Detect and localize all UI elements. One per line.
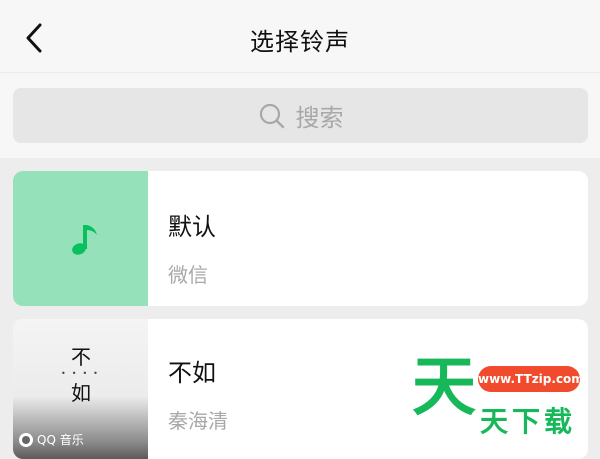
- qq-music-badge: QQ 音乐: [19, 431, 84, 448]
- album-cover-title-char: 不: [71, 345, 91, 369]
- watermark-glyph: 天: [412, 351, 476, 425]
- search-placeholder: 搜索: [295, 104, 344, 132]
- ringtone-cover: [13, 171, 148, 306]
- ringtone-item-default[interactable]: 默认 微信: [13, 171, 588, 306]
- page-title: 选择铃声: [250, 28, 350, 56]
- ringtone-name: 默认: [168, 213, 216, 241]
- watermark-text: 天下载: [480, 405, 577, 438]
- search-input[interactable]: 搜索: [13, 88, 588, 143]
- ringtone-name: 不如: [168, 359, 216, 387]
- watermark-url: www.TTzip.com: [478, 366, 584, 392]
- search-area: 搜索: [0, 73, 600, 158]
- qq-music-icon: [19, 432, 33, 447]
- qq-music-label: QQ 音乐: [37, 433, 84, 447]
- album-cover: 不 •••• 如 QQ 音乐: [13, 319, 148, 459]
- album-cover-title-char: 如: [71, 381, 91, 405]
- search-icon: [259, 103, 284, 128]
- top-bar: 选择铃声: [0, 0, 600, 73]
- ringtone-source: 秦海清: [168, 409, 228, 433]
- ringtone-source: 微信: [168, 263, 208, 287]
- music-note-icon: [72, 225, 97, 255]
